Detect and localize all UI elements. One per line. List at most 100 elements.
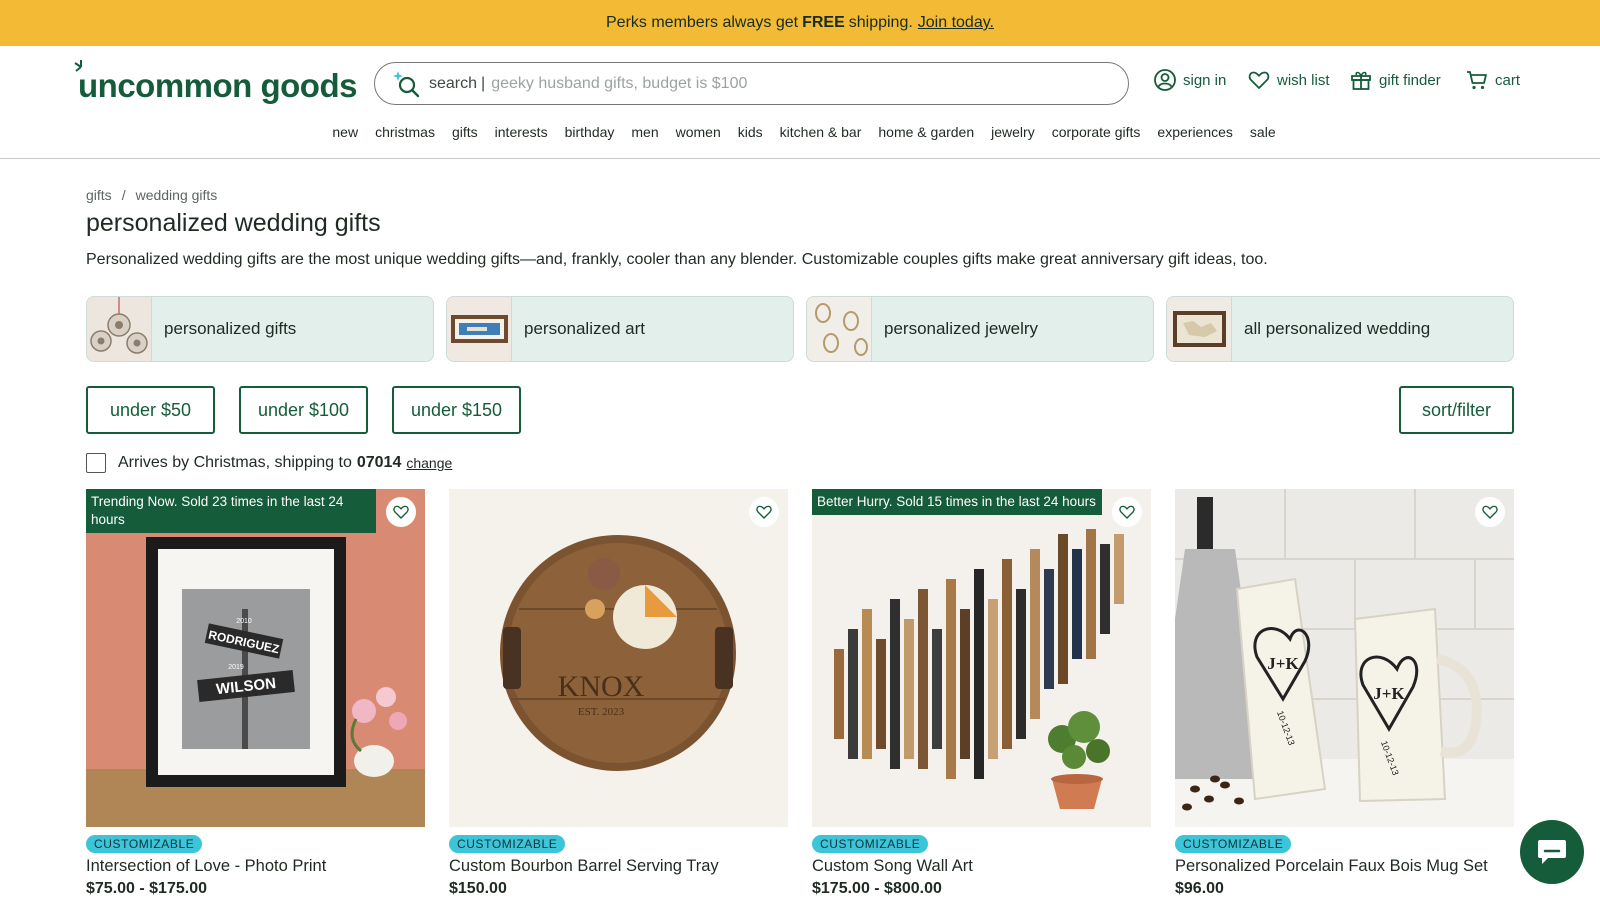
engraving-text: KNOX	[558, 670, 645, 703]
favorite-button[interactable]	[1112, 497, 1142, 527]
breadcrumb-gifts[interactable]: gifts	[86, 187, 112, 203]
trending-badge: Trending Now. Sold 23 times in the last …	[86, 489, 376, 533]
wish-list-link[interactable]: wish list	[1247, 68, 1330, 92]
change-zip-link[interactable]: change	[406, 455, 452, 471]
nav-item-interests[interactable]: interests	[495, 124, 548, 148]
favorite-button[interactable]	[1475, 497, 1505, 527]
product-card[interactable]: Better Hurry. Sold 15 times in the last …	[812, 489, 1151, 898]
chat-bubble-icon	[1538, 840, 1566, 864]
breadcrumb-wedding-gifts[interactable]: wedding gifts	[136, 187, 218, 203]
heart-outline-icon	[1482, 505, 1498, 519]
product-image[interactable]: J+K 10-12-13 J+K 10-12-13	[1175, 489, 1514, 827]
nav-item-kids[interactable]: kids	[738, 124, 763, 148]
nav-item-kitchen-bar[interactable]: kitchen & bar	[780, 124, 862, 148]
sign-year-bottom: 2019	[228, 664, 244, 671]
filter-under-100-button[interactable]: under $100	[239, 386, 368, 434]
category-personalized-art[interactable]: personalized art	[446, 296, 794, 362]
product-card[interactable]: KNOX EST. 2023 CUSTOMIZABLE Custom Bourb…	[449, 489, 788, 898]
product-name[interactable]: Personalized Porcelain Faux Bois Mug Set	[1175, 857, 1514, 876]
breadcrumb-separator: /	[121, 187, 126, 203]
nav-item-men[interactable]: men	[631, 124, 658, 148]
nav-item-sale[interactable]: sale	[1250, 124, 1276, 148]
favorite-button[interactable]	[749, 497, 779, 527]
nav-item-experiences[interactable]: experiences	[1157, 124, 1233, 148]
filter-under-150-button[interactable]: under $150	[392, 386, 521, 434]
product-image[interactable]: Better Hurry. Sold 15 times in the last …	[812, 489, 1151, 827]
category-label: all personalized wedding	[1244, 319, 1431, 338]
cart-label: cart	[1495, 71, 1521, 89]
product-price: $96.00	[1175, 880, 1224, 897]
nav-item-jewelry[interactable]: jewelry	[991, 124, 1035, 148]
logo-text: uncommon goods	[78, 67, 357, 104]
cart-icon	[1467, 71, 1487, 90]
product-price: $150.00	[449, 880, 507, 897]
product-name[interactable]: Custom Bourbon Barrel Serving Tray	[449, 857, 788, 876]
product-name[interactable]: Intersection of Love - Photo Print	[86, 857, 425, 876]
nav-item-gifts[interactable]: gifts	[452, 124, 478, 148]
page-description: Personalized wedding gifts are the most …	[86, 251, 1268, 268]
category-label: personalized art	[524, 319, 645, 338]
heart-outline-icon	[1119, 505, 1135, 519]
category-label: personalized jewelry	[884, 319, 1039, 338]
heart-outline-icon	[756, 505, 772, 519]
customizable-tag: CUSTOMIZABLE	[449, 835, 566, 853]
customizable-tag: CUSTOMIZABLE	[86, 835, 203, 853]
page-title: personalized wedding gifts	[86, 209, 381, 237]
nav-item-corporate-gifts[interactable]: corporate gifts	[1052, 124, 1141, 148]
search-icon	[393, 70, 420, 97]
category-label: personalized gifts	[164, 319, 297, 338]
hurry-badge: Better Hurry. Sold 15 times in the last …	[812, 489, 1102, 515]
framed-art-image	[451, 315, 508, 343]
product-image[interactable]: RODRIGUEZ WILSON 2010 2019 Trending Now.…	[86, 489, 425, 827]
breadcrumb: gifts / wedding gifts	[86, 187, 217, 203]
main-nav: new christmas gifts interests birthday m…	[0, 124, 1600, 148]
nav-item-birthday[interactable]: birthday	[565, 124, 615, 148]
arrives-checkbox[interactable]	[86, 453, 106, 473]
product-image[interactable]: KNOX EST. 2023	[449, 489, 788, 827]
logo[interactable]: uncommon goods	[74, 60, 357, 108]
mug-initials-right: J+K	[1373, 684, 1405, 703]
promo-banner: Perks members always get FREE shipping. …	[0, 0, 1600, 46]
product-card[interactable]: J+K 10-12-13 J+K 10-12-13 CUSTOMIZABLE P…	[1175, 489, 1514, 898]
arrives-text: Arrives by Christmas, shipping to	[118, 454, 352, 471]
category-thumbnail	[87, 297, 152, 361]
sort-filter-button[interactable]: sort/filter	[1399, 386, 1514, 434]
product-price: $175.00 - $800.00	[812, 880, 942, 897]
sign-in-link[interactable]: sign in	[1153, 68, 1226, 92]
promo-free: FREE	[802, 14, 845, 31]
mug-initials-left: J+K	[1267, 654, 1299, 673]
search-separator: |	[481, 74, 486, 92]
nav-item-home-garden[interactable]: home & garden	[878, 124, 974, 148]
category-personalized-jewelry[interactable]: personalized jewelry	[806, 296, 1154, 362]
category-all-personalized-wedding[interactable]: all personalized wedding	[1166, 296, 1514, 362]
favorite-button[interactable]	[386, 497, 416, 527]
mug-set-image: J+K 10-12-13 J+K 10-12-13	[1175, 489, 1514, 827]
search-input[interactable]	[491, 74, 1052, 93]
search-label: search	[429, 74, 478, 92]
category-personalized-gifts[interactable]: personalized gifts	[86, 296, 434, 362]
product-card[interactable]: RODRIGUEZ WILSON 2010 2019 Trending Now.…	[86, 489, 425, 898]
sign-year-top: 2010	[236, 618, 252, 625]
gift-icon	[1351, 71, 1371, 90]
arrives-by-christmas: Arrives by Christmas, shipping to 07014 …	[86, 453, 452, 473]
cart-link[interactable]: cart	[1465, 68, 1520, 92]
framed-map-image	[1173, 311, 1226, 347]
heart-icon	[1248, 71, 1270, 89]
product-price: $75.00 - $175.00	[86, 880, 207, 897]
product-name[interactable]: Custom Song Wall Art	[812, 857, 1151, 876]
nav-item-christmas[interactable]: christmas	[375, 124, 435, 148]
search-bar[interactable]: search |	[374, 62, 1129, 105]
gift-finder-link[interactable]: gift finder	[1349, 68, 1441, 92]
engraving-est: EST. 2023	[578, 706, 625, 718]
photo-print-image: RODRIGUEZ WILSON 2010 2019	[86, 489, 425, 827]
promo-text: Perks members always get	[606, 14, 799, 31]
site-header: uncommon goods search | sign in wish lis…	[0, 46, 1600, 159]
user-circle-icon	[1154, 69, 1176, 91]
join-today-link[interactable]: Join today.	[918, 14, 994, 32]
ornaments-image	[90, 297, 148, 354]
nav-item-new[interactable]: new	[332, 124, 358, 148]
nav-item-women[interactable]: women	[676, 124, 721, 148]
chat-button[interactable]	[1520, 820, 1584, 884]
filter-under-50-button[interactable]: under $50	[86, 386, 215, 434]
category-thumbnail	[1167, 297, 1232, 361]
